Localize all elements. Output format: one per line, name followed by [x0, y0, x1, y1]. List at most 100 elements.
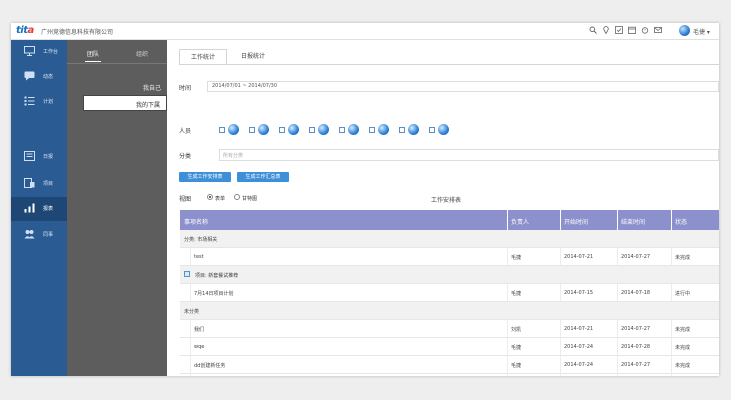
location-icon[interactable] — [602, 26, 610, 35]
tab-daily-stats[interactable]: 日报统计 — [231, 49, 275, 65]
cell-divider — [190, 356, 191, 374]
nav-item-project[interactable]: 项目 — [11, 172, 67, 196]
header-divider — [560, 210, 561, 230]
cell-divider — [671, 248, 672, 266]
table-row[interactable]: 7月14日项目计划 毛捷 2014-07-15 2014-07-18 进行中 — [180, 284, 719, 302]
project-icon — [184, 271, 190, 277]
filter-my-subordinates[interactable]: 我的下属 — [83, 95, 167, 111]
table-title: 工作安排表 — [431, 197, 462, 204]
header-start: 开始时间 — [564, 219, 589, 226]
view-gantt-radio[interactable] — [234, 194, 240, 200]
person-checkbox[interactable] — [339, 127, 345, 133]
generate-schedule-button[interactable]: 生成工作安排表 — [179, 172, 231, 182]
person-checkbox[interactable] — [429, 127, 435, 133]
person-checkbox[interactable] — [309, 127, 315, 133]
table-row[interactable]: test 毛捷 2014-07-21 2014-07-27 未完成 — [180, 248, 719, 266]
cell-divider — [190, 374, 191, 376]
calendar-icon[interactable] — [628, 26, 636, 34]
item-name[interactable]: 我们 — [194, 326, 204, 333]
table-row[interactable]: 我们 刘凯 2014-07-21 2014-07-27 未完成 — [180, 320, 719, 338]
nav-label: 项目 — [43, 181, 54, 187]
search-icon[interactable] — [589, 26, 597, 34]
view-table-radio[interactable] — [207, 194, 213, 200]
user-name-dropdown[interactable]: 毛捷 ▾ — [693, 27, 710, 36]
cell-divider — [507, 356, 508, 374]
tab-team[interactable]: 团队 — [87, 49, 99, 58]
report-icon — [24, 151, 35, 161]
mail-icon[interactable] — [654, 26, 662, 34]
tab-org[interactable]: 组织 — [136, 49, 148, 58]
user-avatar[interactable] — [679, 25, 690, 36]
item-owner: 毛捷 — [511, 363, 522, 369]
people-icon — [24, 230, 35, 239]
item-start: 2014-07-21 — [564, 254, 594, 260]
header-divider — [671, 210, 672, 230]
nav-item-colleagues[interactable]: 同事 — [11, 223, 67, 247]
cell-divider — [190, 284, 191, 302]
divider — [67, 63, 167, 64]
person-checkbox[interactable] — [399, 127, 405, 133]
table-row[interactable]: dd创建新任务 毛捷 2014-07-24 2014-07-27 未完成 — [180, 356, 719, 374]
tab-work-stats[interactable]: 工作统计 — [179, 49, 227, 65]
item-owner: 毛捷 — [511, 345, 522, 351]
cell-divider — [617, 374, 618, 376]
table-group-row[interactable]: 项目: 新套餐试推荐 — [180, 266, 719, 284]
person-avatar — [228, 124, 239, 135]
view-table-label: 表单 — [215, 196, 226, 202]
item-name[interactable]: dd创建新任务 — [194, 362, 225, 369]
cell-divider — [617, 338, 618, 356]
chat-icon — [24, 71, 35, 81]
person-avatar — [318, 124, 329, 135]
cell-divider — [560, 356, 561, 374]
table-row[interactable]: 7.24 to do list毛捷2014-07-212014-07-27未完成 — [180, 374, 719, 376]
table-group-row[interactable]: 分类: 市场相关 — [180, 230, 719, 248]
person-checkbox[interactable] — [369, 127, 375, 133]
nav-item-workbench[interactable]: 工作台 — [11, 40, 67, 64]
person-checkbox[interactable] — [279, 127, 285, 133]
person-avatar — [378, 124, 389, 135]
nav-item-activity[interactable]: 动态 — [11, 65, 67, 89]
item-end: 2014-07-18 — [621, 290, 651, 296]
cell-divider — [617, 356, 618, 374]
table-header: 事项名称 负责人 开始时间 结束时间 状态 — [180, 210, 719, 230]
item-end: 2014-07-27 — [621, 362, 651, 368]
cell-divider — [617, 284, 618, 302]
header-divider — [617, 210, 618, 230]
table-row[interactable]: wqe 毛捷 2014-07-24 2014-07-28 未完成 — [180, 338, 719, 356]
person-avatar — [408, 124, 419, 135]
person-avatar — [348, 124, 359, 135]
check-icon[interactable] — [615, 26, 623, 34]
alarm-icon[interactable] — [641, 26, 649, 34]
item-start: 2014-07-15 — [564, 290, 594, 296]
table-body: 分类: 市场相关 test 毛捷 2014-07-21 2014-07-27 未完成 项目:… — [180, 230, 719, 376]
person-checkbox[interactable] — [219, 127, 225, 133]
header-end: 结束时间 — [621, 219, 646, 226]
item-end: 2014-07-28 — [621, 344, 651, 350]
table-group-row[interactable]: 未分类 — [180, 302, 719, 320]
nav-item-daily[interactable]: 日报 — [11, 145, 67, 169]
nav-item-reports[interactable]: 报表 — [11, 197, 67, 221]
view-gantt-label: 甘特图 — [242, 196, 258, 202]
cell-divider — [560, 320, 561, 338]
app-window: tita 广州竞德信息科技有限公司 毛捷 ▾ 工作台 动态 计划 日报 项目 报… — [11, 23, 719, 376]
person-checkbox[interactable] — [249, 127, 255, 133]
filter-myself[interactable]: 我自己 — [67, 83, 161, 92]
category-select[interactable]: 所有分类 — [219, 149, 719, 161]
item-name[interactable]: wqe — [194, 344, 204, 350]
sub-panel: 团队 组织 我自己 我的下属 — [67, 40, 167, 376]
generate-summary-button[interactable]: 生成工作汇总表 — [237, 172, 289, 182]
cell-divider — [507, 320, 508, 338]
main-nav: 工作台 动态 计划 日报 项目 报表 同事 — [11, 40, 67, 376]
item-name[interactable]: 7月14日项目计划 — [194, 290, 234, 297]
cell-divider — [190, 320, 191, 338]
category-label: 分类 — [179, 153, 192, 160]
header-divider — [507, 210, 508, 230]
item-name[interactable]: test — [194, 254, 204, 260]
item-status: 进行中 — [675, 291, 691, 297]
cell-divider — [560, 248, 561, 266]
cell-divider — [671, 356, 672, 374]
company-name: 广州竞德信息科技有限公司 — [41, 29, 114, 36]
tita-logo[interactable]: tita — [16, 25, 34, 36]
nav-item-plan[interactable]: 计划 — [11, 90, 67, 114]
date-range-input[interactable]: 2014/07/01 ~ 2014/07/30 — [207, 81, 719, 92]
